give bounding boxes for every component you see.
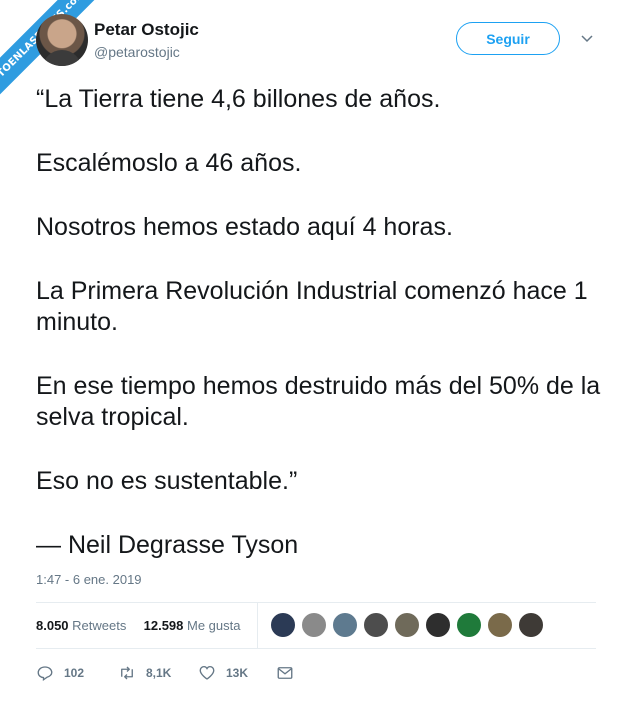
author-name[interactable]: Petar Ostojic xyxy=(94,20,199,40)
liker-avatar[interactable] xyxy=(270,612,296,638)
reply-count: 102 xyxy=(64,666,85,680)
likes-label[interactable]: Me gusta xyxy=(187,618,240,633)
retweets-count[interactable]: 8.050 xyxy=(36,618,69,633)
divider xyxy=(257,602,258,648)
retweet-button[interactable]: 8,1K xyxy=(118,664,171,682)
tweet-attribution: — Neil Degrasse Tyson xyxy=(36,531,299,559)
divider xyxy=(36,648,596,649)
avatar[interactable] xyxy=(36,14,88,66)
tweet-paragraph: Nosotros hemos estado aquí 4 horas. xyxy=(36,213,453,241)
tweet-paragraph: “La Tierra tiene 4,6 billones de años. xyxy=(36,85,441,113)
reply-icon xyxy=(37,666,53,682)
tweet-timestamp[interactable]: 1:47 - 6 ene. 2019 xyxy=(36,572,142,587)
tweet-paragraph: En ese tiempo hemos destruido más del 50… xyxy=(36,372,601,431)
author-handle[interactable]: @petarostojic xyxy=(94,44,180,60)
liker-avatar[interactable] xyxy=(487,612,513,638)
like-button[interactable]: 13K xyxy=(198,664,248,682)
tweet-paragraph: Escalémoslo a 46 años. xyxy=(36,149,302,177)
engagement-stats: 8.050 Retweets 12.598 Me gusta xyxy=(36,618,241,633)
liker-avatars xyxy=(270,612,549,638)
retweets-label[interactable]: Retweets xyxy=(72,618,126,633)
liker-avatar[interactable] xyxy=(363,612,389,638)
reply-button[interactable]: 102 xyxy=(36,664,84,682)
divider xyxy=(36,602,596,603)
liker-avatar[interactable] xyxy=(394,612,420,638)
liker-avatar[interactable] xyxy=(518,612,544,638)
retweet-icon xyxy=(121,666,133,680)
like-count: 13K xyxy=(226,666,249,680)
liker-avatar[interactable] xyxy=(332,612,358,638)
follow-button[interactable]: Seguir xyxy=(456,22,560,55)
likes-count[interactable]: 12.598 xyxy=(144,618,184,633)
heart-icon xyxy=(199,665,215,680)
tweet-text: “La Tierra tiene 4,6 billones de años. E… xyxy=(36,84,606,594)
chevron-down-icon[interactable] xyxy=(579,30,595,46)
liker-avatar[interactable] xyxy=(301,612,327,638)
liker-avatar[interactable] xyxy=(456,612,482,638)
envelope-icon xyxy=(277,667,293,679)
tweet-paragraph: La Primera Revolución Industrial comenzó… xyxy=(36,277,588,336)
liker-avatar[interactable] xyxy=(425,612,451,638)
retweet-count: 8,1K xyxy=(146,666,172,680)
direct-message-button[interactable] xyxy=(276,664,304,682)
tweet-paragraph: Eso no es sustentable.” xyxy=(36,467,298,495)
